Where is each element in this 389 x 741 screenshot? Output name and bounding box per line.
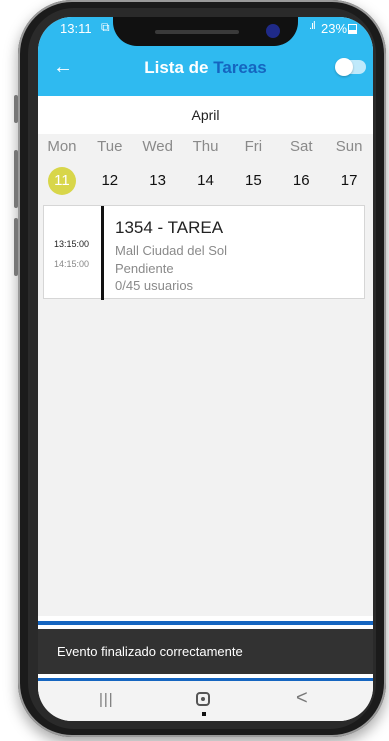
recent-apps-icon[interactable]: ||| xyxy=(99,691,114,708)
day-17[interactable]: 17 xyxy=(325,167,373,195)
title-part-tareas: Tareas xyxy=(213,58,267,77)
battery-percentage: 23% xyxy=(321,21,348,36)
weekday-sun: Sun xyxy=(335,138,363,155)
day-11-selected[interactable]: 11 xyxy=(38,167,86,195)
app-header: 13:11 ⧉ .ıl 23% ← Lista de Tareas xyxy=(38,17,373,96)
weekday-fri: Fri xyxy=(244,138,263,155)
day-12[interactable]: 12 xyxy=(86,167,134,195)
week-days-row: 11 12 13 14 15 16 17 xyxy=(38,167,373,195)
weekday-tue: Tue xyxy=(97,138,123,155)
event-location: Mall Ciudad del Sol xyxy=(115,243,228,258)
event-card[interactable]: 13:15:00 14:15:00 1354 - TAREA Mall Ciud… xyxy=(43,205,365,300)
speaker-grille xyxy=(155,30,239,34)
day-14[interactable]: 14 xyxy=(182,167,230,195)
day-16[interactable]: 16 xyxy=(277,167,325,195)
accent-divider-top xyxy=(38,621,373,625)
weekday-header: Mon Tue Wed Thu Fri Sat Sun xyxy=(38,138,373,160)
toggle-knob xyxy=(335,58,353,76)
weekday-thu: Thu xyxy=(192,138,219,155)
system-nav-bar: ||| < xyxy=(38,681,373,721)
day-13[interactable]: 13 xyxy=(134,167,182,195)
page-title: Lista de Tareas xyxy=(38,58,373,78)
home-icon[interactable] xyxy=(196,692,210,706)
weekday-wed: Wed xyxy=(142,138,173,155)
title-part-lista-de: Lista de xyxy=(144,58,209,77)
event-user-count: 0/45 usuarios xyxy=(115,278,194,293)
phone-volume-up-button xyxy=(14,150,18,208)
home-indicator-dot xyxy=(202,712,206,716)
event-divider xyxy=(101,206,104,300)
screenshot-icon: ⧉ xyxy=(101,20,110,34)
nav-back-icon[interactable]: < xyxy=(296,687,308,710)
phone-volume-down-button xyxy=(14,218,18,276)
weekday-mon: Mon xyxy=(47,138,77,155)
event-title: 1354 - TAREA xyxy=(115,218,224,237)
day-15[interactable]: 15 xyxy=(229,167,277,195)
event-end-time: 14:15:00 xyxy=(54,259,90,269)
front-camera xyxy=(266,24,280,38)
event-start-time: 13:15:00 xyxy=(54,239,90,249)
day-number: 11 xyxy=(47,167,76,195)
toggle-switch[interactable] xyxy=(335,58,366,76)
event-status: Pendiente xyxy=(115,261,174,276)
signal-icon: .ıl xyxy=(309,20,315,32)
snackbar-message: Evento finalizado correctamente xyxy=(38,629,373,674)
calendar-month-label: April xyxy=(38,96,373,134)
weekday-sat: Sat xyxy=(289,138,313,155)
phone-side-button xyxy=(14,95,18,123)
status-time: 13:11 xyxy=(60,21,92,36)
battery-icon xyxy=(348,24,357,34)
phone-screen: 13:11 ⧉ .ıl 23% ← Lista de Tareas April … xyxy=(38,17,373,721)
camera-notch xyxy=(113,17,298,46)
